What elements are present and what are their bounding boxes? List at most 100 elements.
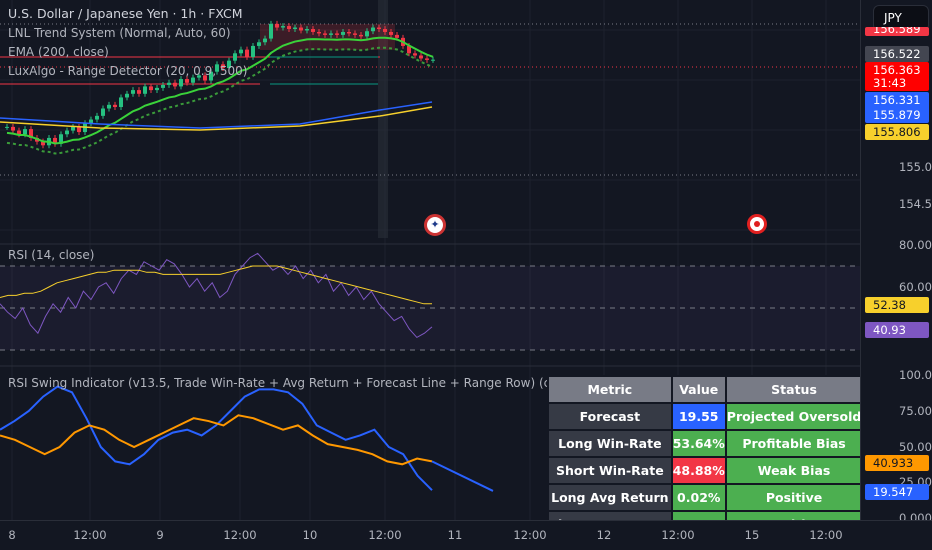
candle-body [125,93,129,98]
time-label: 12 [596,528,612,542]
candle-body [293,27,297,30]
candle-body [371,27,375,32]
metric-cell: Short Avg Return [547,510,673,520]
candle-body [101,108,105,116]
candle-body [347,31,351,34]
candle-body [431,59,435,61]
swing-tick: 100.000 [899,368,932,382]
status-cell: Positive [724,510,860,520]
table-row: Forecast 19.55 Projected Oversold [547,402,860,431]
swing-tick: 75.000 [899,404,932,418]
candle-body [257,42,261,46]
table-row: Short Avg Return0.02%Positive [547,510,860,520]
candle-body [191,77,195,83]
candle-body [173,82,177,87]
status-cell: Positive [724,483,860,512]
candle-body [383,29,387,32]
metric-cell: Long Avg Return [547,483,673,512]
candle-body [377,27,381,30]
candle-body [275,23,279,28]
price-axis[interactable]: JPY 156.589 156.522 156.363 31:43 156.331 155… [860,0,932,520]
time-label: 12:00 [661,528,695,542]
table-row: Short Win-Rate 48.88% Weak Bias [547,456,860,485]
stats-table: Metric Value Status Forecast 19.55 Projected… [547,375,860,520]
value-cell: 53.64% [670,429,727,458]
candle-body [329,33,333,35]
table-header: Metric [547,375,673,404]
ema-yellow-line [0,106,433,131]
candle-body [419,55,423,59]
rsi-tick: 80.00 [899,238,932,252]
time-label: 12:00 [223,528,257,542]
candle-body [161,84,165,88]
candle-body [425,58,429,60]
indicator-legend-range[interactable]: LuxAlgo - Range Detector (20, 0.9, 500) [8,64,247,78]
price-tick: 154.500 [899,197,932,211]
rsi-tick: 60.00 [899,280,932,294]
candle-body [365,31,369,37]
swing-orange-tag: 40.933 [865,455,929,471]
rsi-value-tag: 40.93 [865,322,929,338]
candle-body [281,26,285,28]
rsi-ma-tag: 52.38 [865,297,929,313]
price-tag: 31:43 [865,75,929,91]
candle-body [23,129,27,135]
candle-body [251,45,255,57]
candle-body [5,126,9,128]
candle-body [77,126,81,133]
value-cell: 0.02% [670,510,727,520]
candle-body [113,104,117,108]
table-row: Long Avg Return 0.02% Positive [547,483,860,512]
us-flag-event-icon[interactable]: ✦ [424,214,446,236]
candle-body [359,34,363,37]
metric-cell: Forecast [547,402,673,431]
time-axis[interactable] [0,520,932,550]
table-header: Value [670,375,727,404]
jp-event-icon[interactable] [747,214,767,234]
candle-body [389,31,393,35]
indicator-legend-ema[interactable]: EMA (200, close) [8,45,109,59]
time-label: 9 [156,528,164,542]
candle-body [239,49,243,54]
status-cell: Projected Oversold [724,402,860,431]
candle-body [155,87,159,91]
candle-body [269,23,273,39]
candle-body [11,126,15,131]
forecast-line [431,460,494,492]
swing-blue-line [0,385,433,491]
swing-tick: 50.000 [899,440,932,454]
candle-body [185,79,189,83]
table-row: Long Win-Rate 53.64% Profitable Bias [547,429,860,458]
value-cell: 48.88% [670,456,727,485]
indicator-legend-lnl[interactable]: LNL Trend System (Normal, Auto, 60) [8,26,231,40]
candle-body [317,31,321,34]
value-cell: 0.02% [670,483,727,512]
swing-blue-tag: 19.547 [865,484,929,500]
candle-body [335,33,339,35]
price-tick: 155.000 [899,160,932,174]
symbol-title: U.S. Dollar / Japanese Yen · 1h · FXCM [8,6,243,21]
candle-body [137,90,141,94]
candle-body [245,49,249,57]
candle-body [341,31,345,35]
candle-body [167,82,171,85]
price-tag: 155.879 [865,107,929,123]
ema-blue-line [0,101,433,129]
candle-body [95,115,99,120]
candle-body [311,29,315,32]
candle-body [119,97,123,108]
candle-body [323,33,327,35]
candle-body [65,130,69,135]
price-tag: 155.806 [865,124,929,140]
candle-body [263,38,267,43]
candle-body [143,86,147,94]
swing-orange-line [0,414,433,466]
time-label: 11 [447,528,463,542]
rsi-legend[interactable]: RSI (14, close) [8,248,94,262]
value-cell: 19.55 [670,402,727,431]
candle-body [233,53,237,61]
swing-tick: 0.000 [899,511,932,520]
price-tag: 156.331 [865,92,929,108]
time-label: 10 [302,528,318,542]
metric-cell: Long Win-Rate [547,429,673,458]
